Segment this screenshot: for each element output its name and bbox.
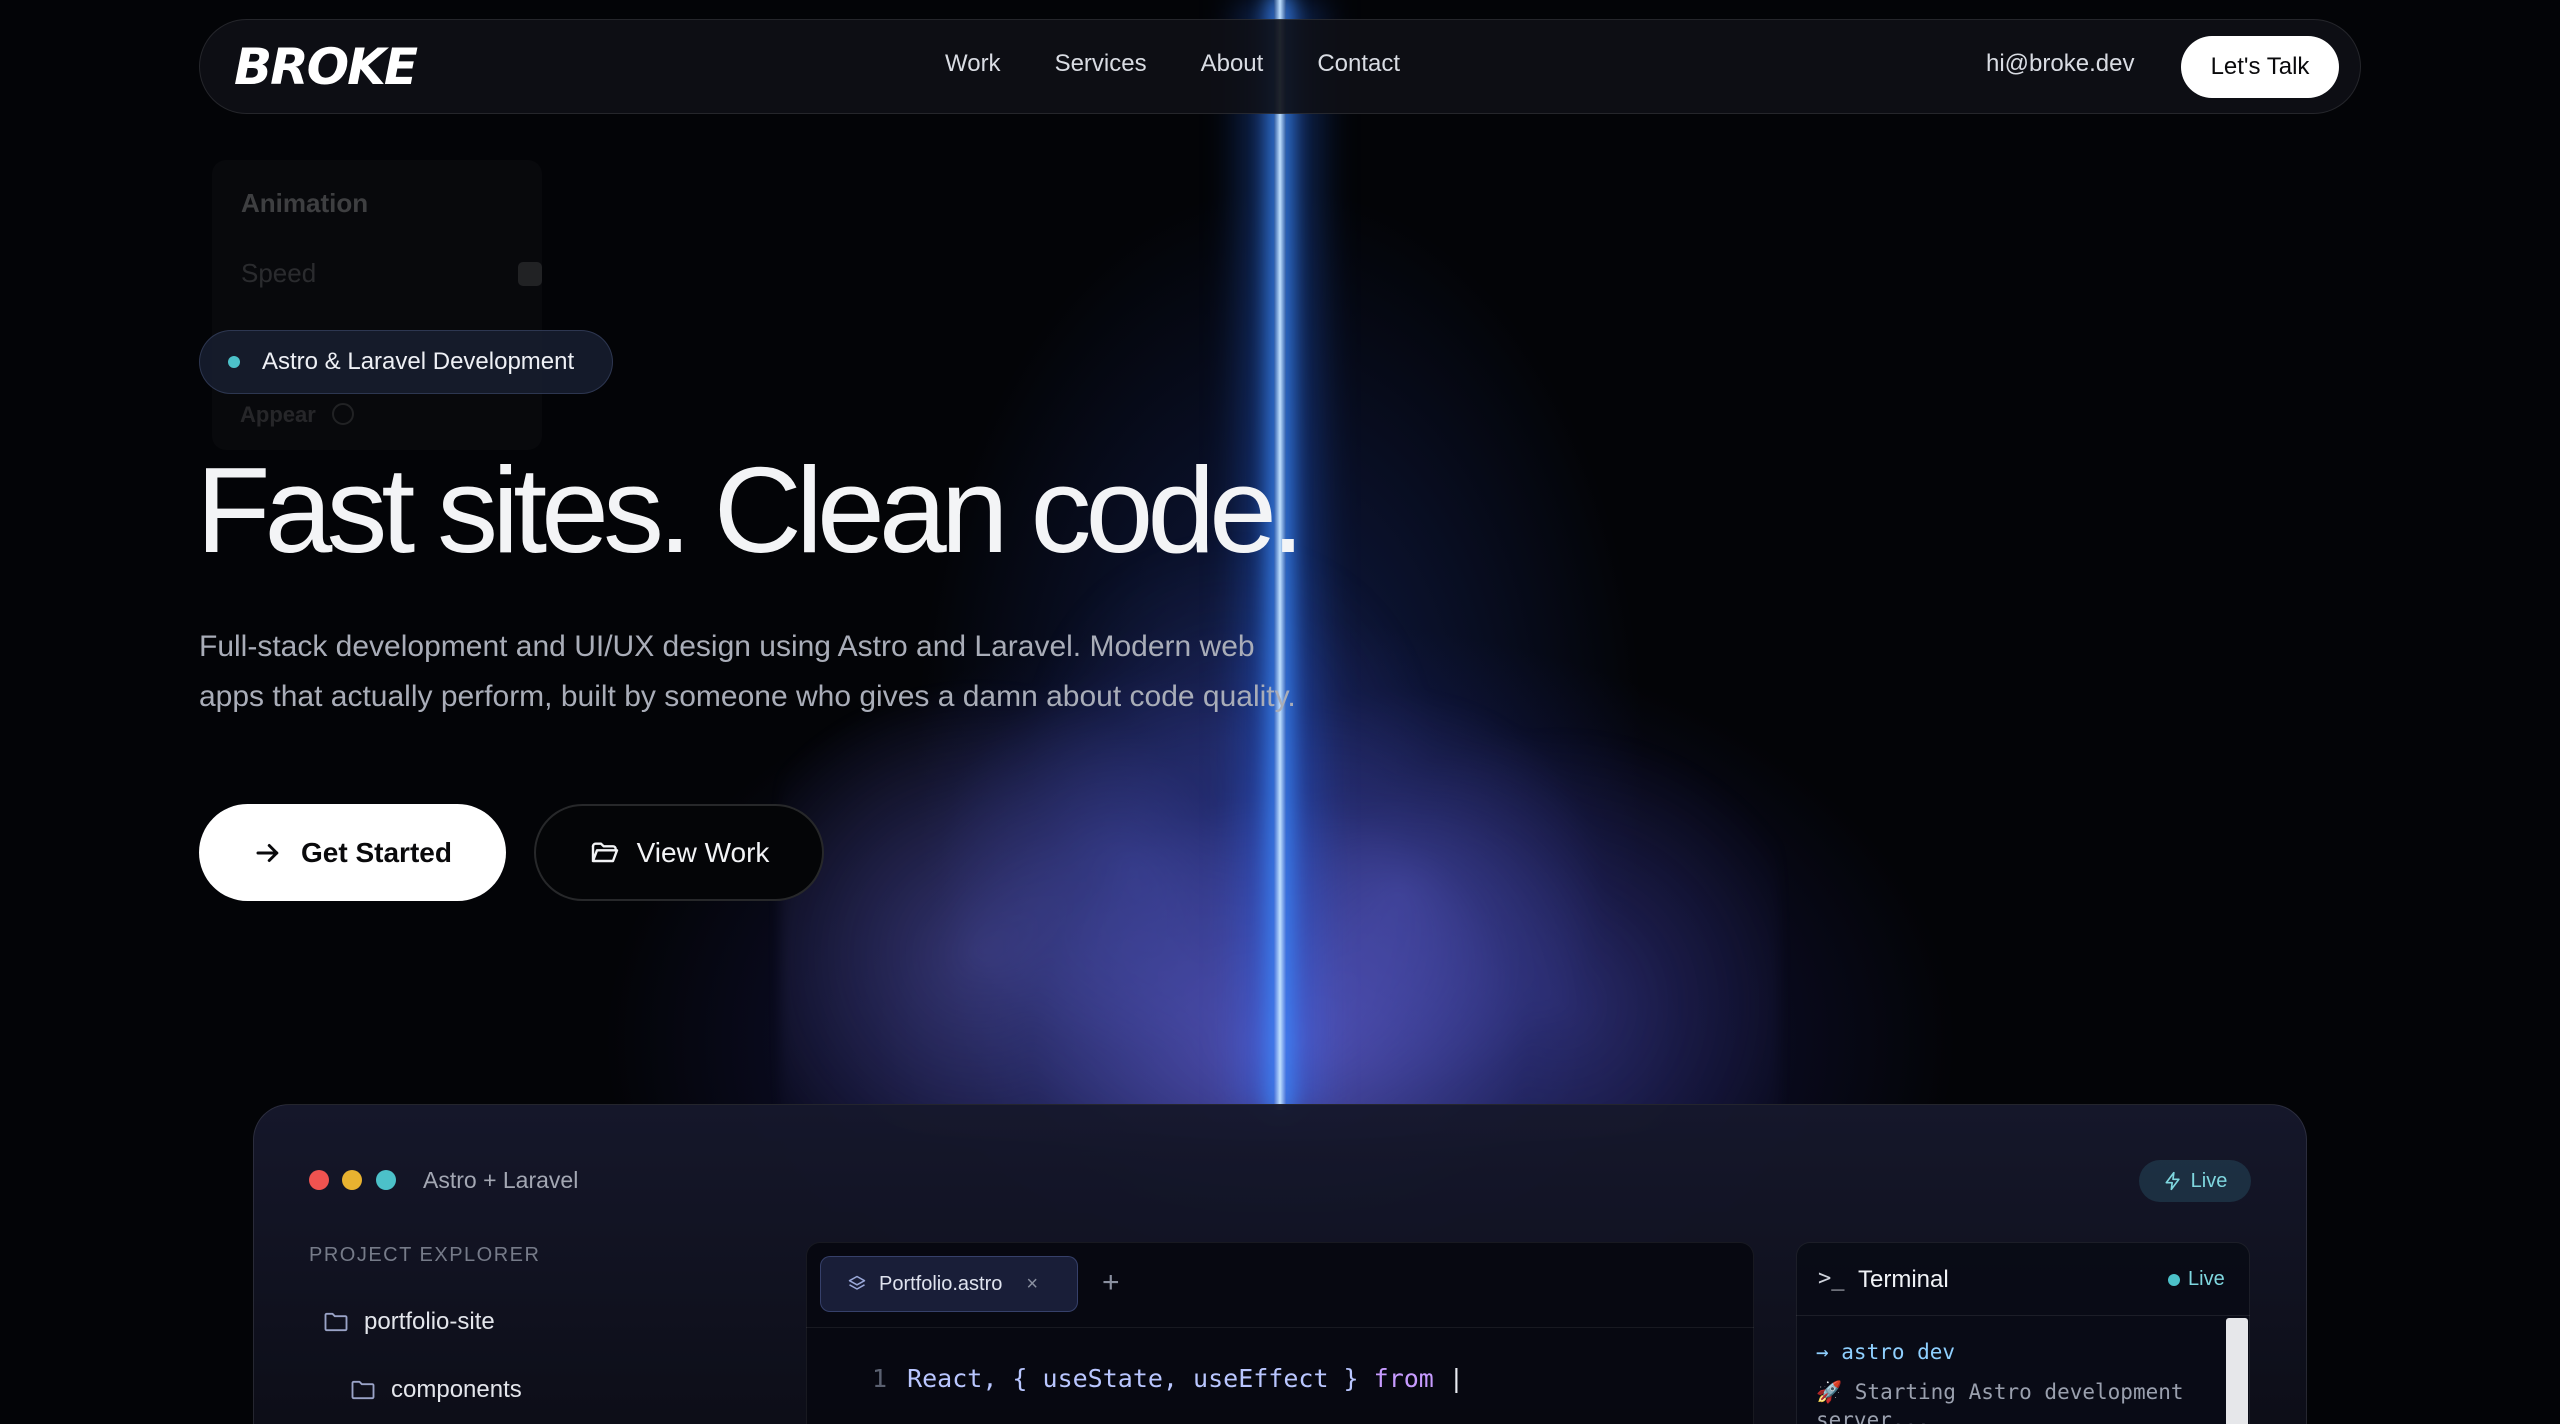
arrow-right-icon	[256, 843, 279, 862]
editor-tab-portfolio-astro[interactable]: Portfolio.astro ×	[820, 1256, 1078, 1312]
editor-tab-label: Portfolio.astro	[879, 1272, 1003, 1295]
lets-talk-button[interactable]: Let's Talk	[2181, 36, 2339, 98]
hero-subtitle-line-2: apps that actually perform, built by som…	[199, 680, 1296, 713]
nav-link-about[interactable]: About	[1201, 50, 1264, 78]
line-number: 1	[872, 1364, 888, 1393]
maximize-dot-icon[interactable]	[376, 1170, 396, 1190]
hero-subtitle-line-1: Full-stack development and UI/UX design …	[199, 630, 1255, 663]
hero-badge: Astro & Laravel Development	[199, 330, 613, 394]
get-started-label: Get Started	[301, 836, 452, 868]
hero-badge-label: Astro & Laravel Development	[262, 348, 575, 375]
terminal-prompt-icon: >_	[1818, 1266, 1845, 1291]
terminal-title: Terminal	[1858, 1266, 1949, 1293]
nav-link-work[interactable]: Work	[945, 50, 1001, 78]
terminal-live-badge: Live	[2168, 1268, 2225, 1291]
folder-open-icon	[591, 841, 618, 862]
layers-icon	[848, 1275, 866, 1290]
text-cursor: |	[1433, 1364, 1464, 1393]
tree-folder-components[interactable]: components	[349, 1376, 522, 1404]
project-explorer-heading: PROJECT EXPLORER	[309, 1244, 541, 1266]
code-text: React, { useState, useEffect }	[907, 1364, 1374, 1393]
animation-panel-title: Animation	[241, 188, 369, 218]
close-tab-icon[interactable]: ×	[1026, 1273, 1038, 1296]
appear-label: Appear	[240, 402, 316, 427]
terminal-line: → astro dev	[1816, 1340, 1956, 1364]
terminal-line: 🚀 Starting Astro development	[1816, 1380, 2184, 1404]
window-title: Astro + Laravel	[423, 1167, 579, 1193]
folder-icon	[351, 1380, 375, 1400]
tree-folder-label: portfolio-site	[364, 1308, 495, 1335]
add-tab-icon[interactable]: +	[1102, 1266, 1120, 1300]
nav-link-contact[interactable]: Contact	[1317, 50, 1400, 78]
speed-label: Speed	[241, 258, 317, 288]
code-keyword: from	[1373, 1364, 1434, 1393]
view-work-button[interactable]: View Work	[534, 804, 824, 901]
speed-slider-handle[interactable]	[518, 262, 542, 286]
tree-folder-label: components	[391, 1376, 522, 1403]
terminal-scrollbar[interactable]	[2226, 1318, 2248, 1424]
view-work-label: View Work	[636, 836, 770, 868]
hero-subtitle: Full-stack development and UI/UX design …	[199, 622, 1349, 722]
close-dot-icon[interactable]	[309, 1170, 329, 1190]
hero-title: Fast sites. Clean code.	[196, 442, 1305, 578]
lightning-icon	[2165, 1171, 2180, 1191]
live-dot-icon	[2168, 1273, 2180, 1286]
terminal-line: server...	[1816, 1408, 1930, 1424]
nav-links: Work Services About Contact	[945, 50, 1400, 78]
page: BROKE Work Services About Contact hi@bro…	[0, 0, 2560, 1424]
status-dot-icon	[228, 356, 240, 368]
nav-email-link[interactable]: hi@broke.dev	[1986, 50, 2134, 78]
live-status-label: Live	[2190, 1169, 2228, 1192]
minimize-dot-icon[interactable]	[342, 1170, 362, 1190]
brand-logo[interactable]: BROKE	[234, 38, 418, 96]
tree-folder-portfolio-site[interactable]: portfolio-site	[322, 1308, 495, 1336]
code-line: 1 React, { useState, useEffect } from |	[872, 1364, 1464, 1393]
terminal-live-label: Live	[2188, 1268, 2225, 1290]
info-icon[interactable]	[332, 403, 354, 425]
folder-icon	[324, 1312, 348, 1332]
live-status-badge: Live	[2139, 1160, 2251, 1202]
get-started-button[interactable]: Get Started	[199, 804, 506, 901]
nav-link-services[interactable]: Services	[1055, 50, 1147, 78]
